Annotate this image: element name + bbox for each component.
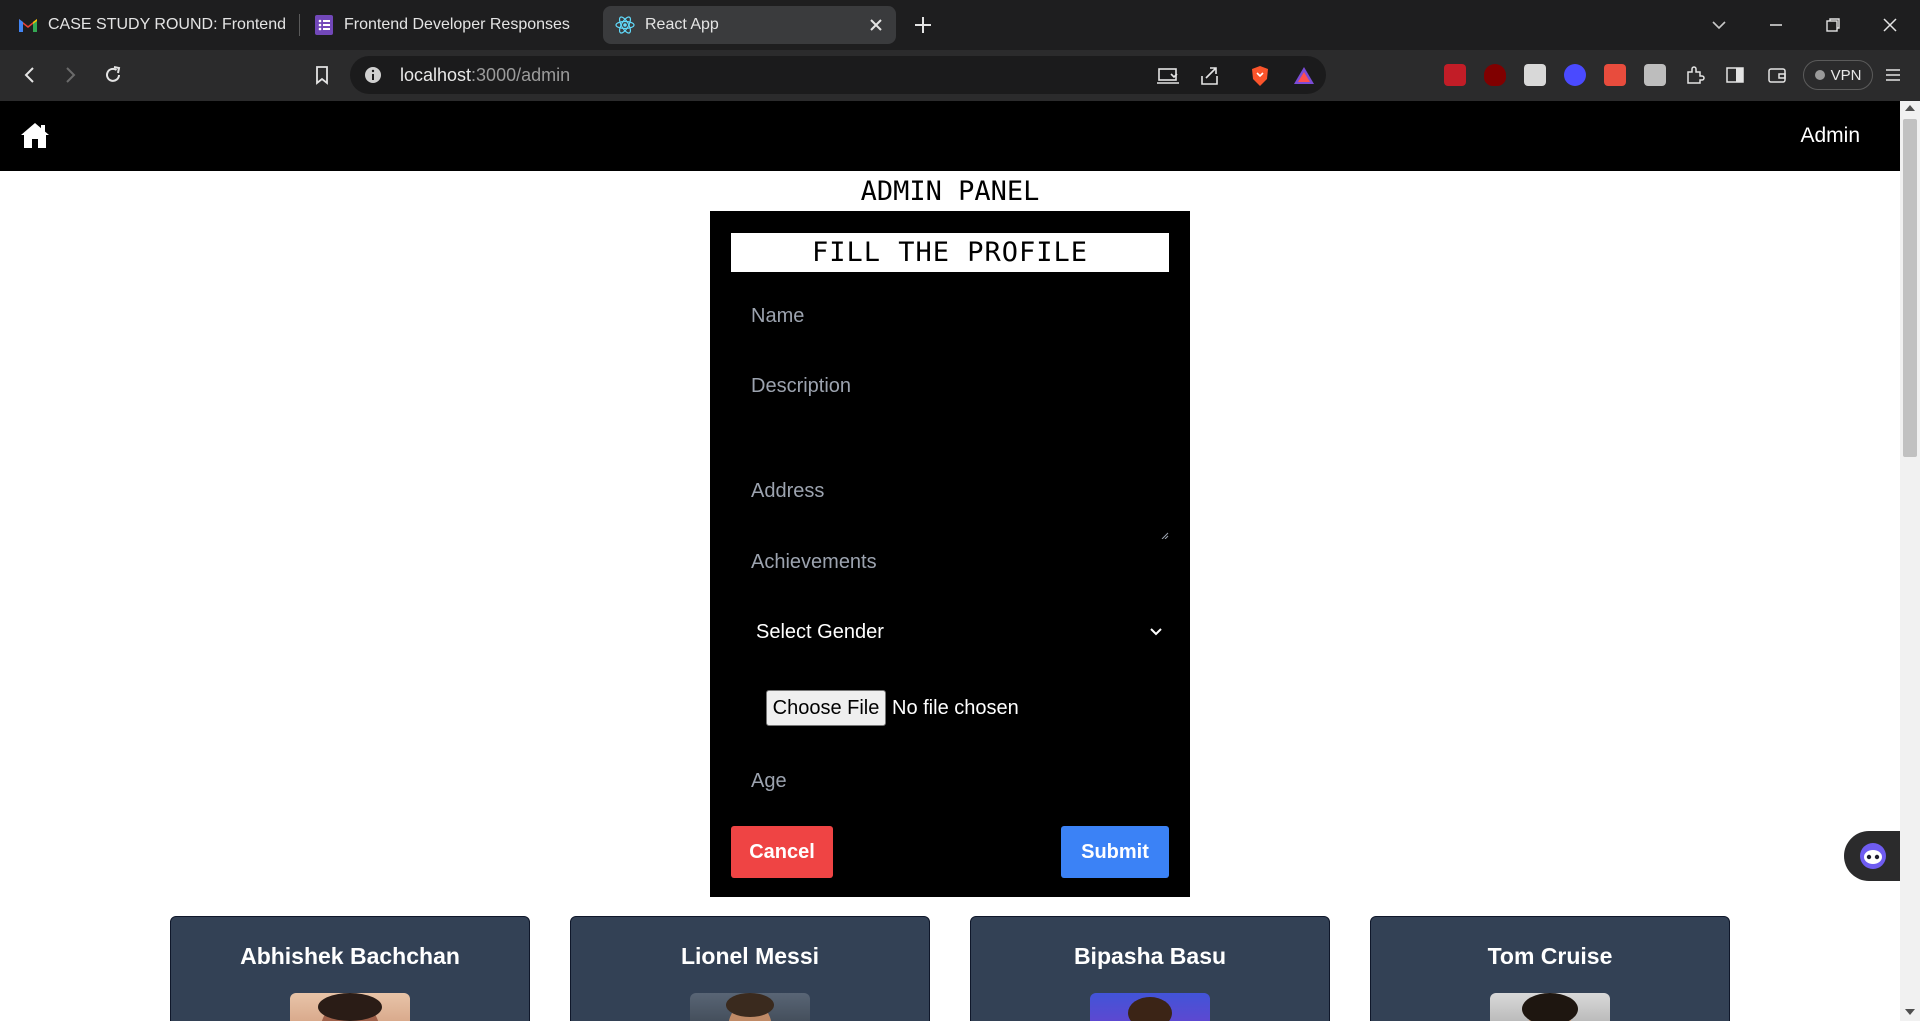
url-host: localhost	[400, 65, 472, 85]
achievements-input[interactable]	[731, 539, 1169, 585]
extension-window-icon[interactable]	[1644, 64, 1666, 86]
scroll-thumb[interactable]	[1903, 119, 1917, 457]
browser-tab-strip: CASE STUDY ROUND: Frontend Deve Frontend…	[0, 0, 1920, 50]
extension-robot-icon[interactable]	[1564, 64, 1586, 86]
tab-title: Frontend Developer Responses	[344, 16, 570, 33]
tab-forms[interactable]: Frontend Developer Responses	[314, 6, 590, 44]
site-info-icon[interactable]	[364, 66, 382, 84]
admin-link[interactable]: Admin	[1800, 123, 1860, 149]
url-text[interactable]: localhost:3000/admin	[400, 63, 570, 87]
assistant-float-button[interactable]	[1844, 831, 1900, 881]
reload-icon[interactable]	[101, 63, 125, 87]
ublock-icon[interactable]	[1484, 64, 1506, 86]
gmail-icon	[18, 15, 38, 35]
close-tab-icon[interactable]	[866, 15, 886, 35]
name-input[interactable]	[731, 293, 1169, 339]
tab-title: React App	[645, 16, 719, 33]
page-title: ADMIN PANEL	[860, 176, 1040, 207]
tab-react-app[interactable]: React App	[603, 6, 896, 44]
profile-photo	[290, 993, 410, 1021]
vpn-status-icon	[1814, 70, 1825, 80]
forms-icon	[314, 15, 334, 35]
submit-button[interactable]: Submit	[1061, 826, 1169, 878]
page-viewport: Admin ADMIN PANEL FILL THE PROFILE Selec…	[0, 101, 1900, 1021]
description-textarea[interactable]	[731, 358, 1169, 442]
age-input[interactable]	[731, 758, 1169, 804]
gender-select[interactable]: Select Gender	[731, 609, 1169, 655]
home-icon[interactable]	[20, 121, 50, 149]
sidebar-toggle-icon[interactable]	[1724, 64, 1746, 86]
extension-grey-icon[interactable]	[1524, 64, 1546, 86]
back-icon[interactable]	[18, 63, 42, 87]
file-status: No file chosen	[892, 697, 1019, 719]
assistant-bot-icon	[1858, 842, 1888, 870]
tab-divider	[299, 14, 300, 36]
profile-form: FILL THE PROFILE Select Gender Choose Fi…	[710, 211, 1190, 897]
extensions-icon[interactable]	[1684, 64, 1706, 86]
new-tab-icon[interactable]	[912, 14, 934, 36]
profile-name: Lionel Messi	[680, 943, 820, 969]
profile-name: Abhishek Bachchan	[240, 943, 460, 969]
profile-photo	[1490, 993, 1610, 1021]
chevron-down-icon	[1149, 625, 1163, 639]
scroll-down-arrow-icon[interactable]	[1905, 1009, 1915, 1015]
bookmark-icon[interactable]	[310, 63, 334, 87]
form-heading: FILL THE PROFILE	[731, 233, 1169, 272]
vpn-button[interactable]: VPN	[1803, 60, 1873, 90]
brave-shields-icon[interactable]	[1248, 64, 1272, 88]
profile-name: Tom Cruise	[1487, 943, 1613, 969]
menu-icon[interactable]	[1882, 64, 1904, 86]
tab-gmail[interactable]: CASE STUDY ROUND: Frontend Deve	[14, 6, 290, 44]
minimize-icon[interactable]	[1765, 14, 1787, 36]
scroll-up-arrow-icon[interactable]	[1905, 105, 1915, 111]
choose-file-button[interactable]: Choose File	[766, 690, 886, 726]
tab-list-chevron-icon[interactable]	[1708, 14, 1730, 36]
forward-icon[interactable]	[58, 63, 82, 87]
page-scrollbar[interactable]	[1900, 101, 1920, 1021]
vpn-label: VPN	[1830, 66, 1862, 84]
profile-card[interactable]: Abhishek Bachchan	[170, 916, 530, 1021]
profile-card[interactable]: Tom Cruise	[1370, 916, 1730, 1021]
react-icon	[615, 15, 635, 35]
wallet-icon[interactable]	[1766, 64, 1788, 86]
close-window-icon[interactable]	[1879, 14, 1901, 36]
navbar: Admin	[0, 101, 1900, 171]
address-input[interactable]	[731, 468, 1169, 514]
profile-card[interactable]: Lionel Messi	[570, 916, 930, 1021]
url-path: :3000/admin	[471, 65, 571, 85]
profile-photo	[1090, 993, 1210, 1021]
share-icon[interactable]	[1198, 64, 1222, 88]
restore-icon[interactable]	[1822, 14, 1844, 36]
brave-rewards-icon[interactable]	[1292, 64, 1316, 88]
extension-red-icon[interactable]	[1444, 64, 1466, 86]
gender-select-value: Select Gender	[756, 621, 884, 643]
cancel-button[interactable]: Cancel	[731, 826, 833, 878]
tab-title: CASE STUDY ROUND: Frontend Deve	[48, 16, 290, 33]
profile-card[interactable]: Bipasha Basu	[970, 916, 1330, 1021]
extension-puzzle-red-icon[interactable]	[1604, 64, 1626, 86]
install-app-icon[interactable]	[1156, 64, 1180, 88]
profile-name: Bipasha Basu	[1073, 943, 1227, 969]
profile-photo	[690, 993, 810, 1021]
